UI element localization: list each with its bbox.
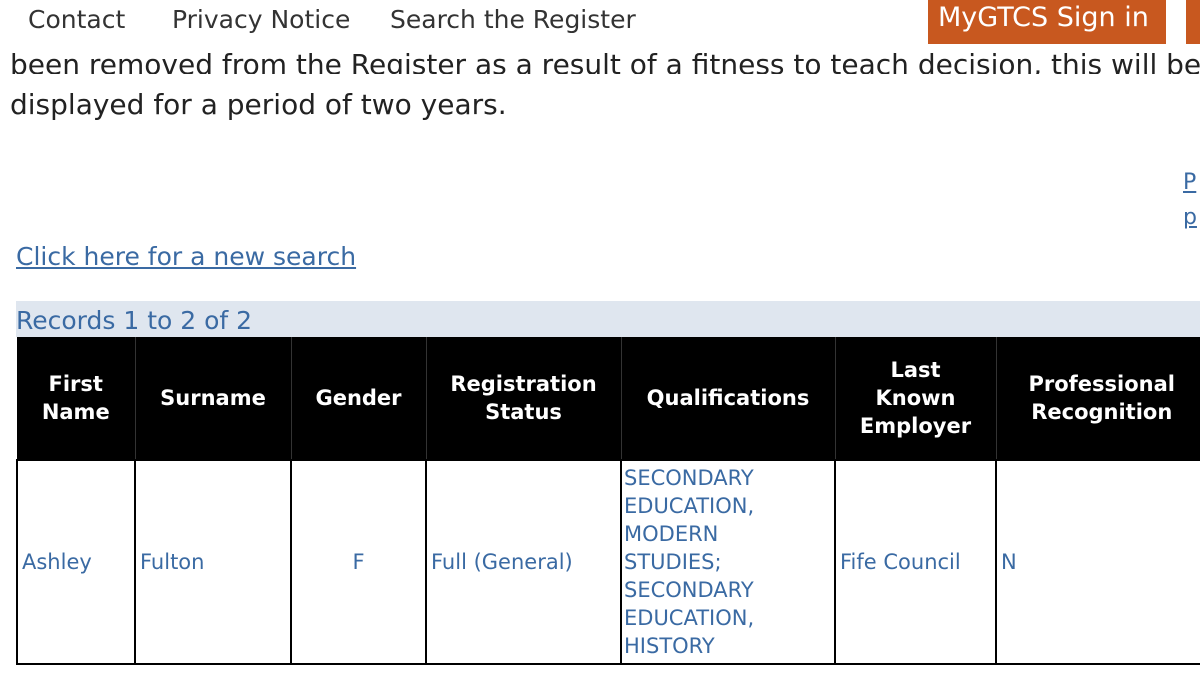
header-first-name: First Name [17, 337, 135, 460]
nav-search-register-link[interactable]: Search the Register [390, 5, 636, 34]
nav-privacy-link[interactable]: Privacy Notice [172, 5, 350, 34]
new-search-link[interactable]: Click here for a new search [16, 242, 356, 271]
cell-professional-recognition: N [995, 459, 1200, 665]
cell-last-known-employer: Fife Council [834, 459, 997, 665]
table-header-row: First Name Surname Gender Registration S… [17, 337, 1200, 460]
header-professional-recognition: Professional Recognition [995, 337, 1200, 460]
cell-first-name: Ashley [16, 459, 136, 665]
cell-surname: Fulton [134, 459, 292, 665]
records-count-bar: Records 1 to 2 of 2 [16, 301, 1200, 337]
side-link-2[interactable]: p [1183, 205, 1200, 230]
cell-qualifications: SECONDARY EDUCATION, MODERN STUDIES; SEC… [620, 459, 836, 665]
header-registration-status: Registration Status [425, 337, 621, 460]
cell-gender: F [290, 459, 427, 665]
records-count: Records 1 to 2 of 2 [16, 306, 253, 335]
header-surname: Surname [134, 337, 291, 460]
intro-cut-line: been removed from the Register as a resu… [10, 48, 1200, 74]
results-table: First Name Surname Gender Registration S… [16, 337, 1200, 665]
table-row: Ashley Fulton F Full (General) SECONDARY… [16, 459, 1200, 665]
intro-text-partial: been removed from the Register as a resu… [10, 38, 1200, 74]
header-last-known-employer: Last Known Employer [834, 337, 996, 460]
side-link-1[interactable]: P [1183, 170, 1200, 195]
nav-contact-link[interactable]: Contact [28, 5, 125, 34]
intro-text-line: displayed for a period of two years. [10, 88, 507, 121]
header-qualifications: Qualifications [620, 337, 835, 460]
header-gender: Gender [290, 337, 426, 460]
cell-registration-status: Full (General) [425, 459, 622, 665]
